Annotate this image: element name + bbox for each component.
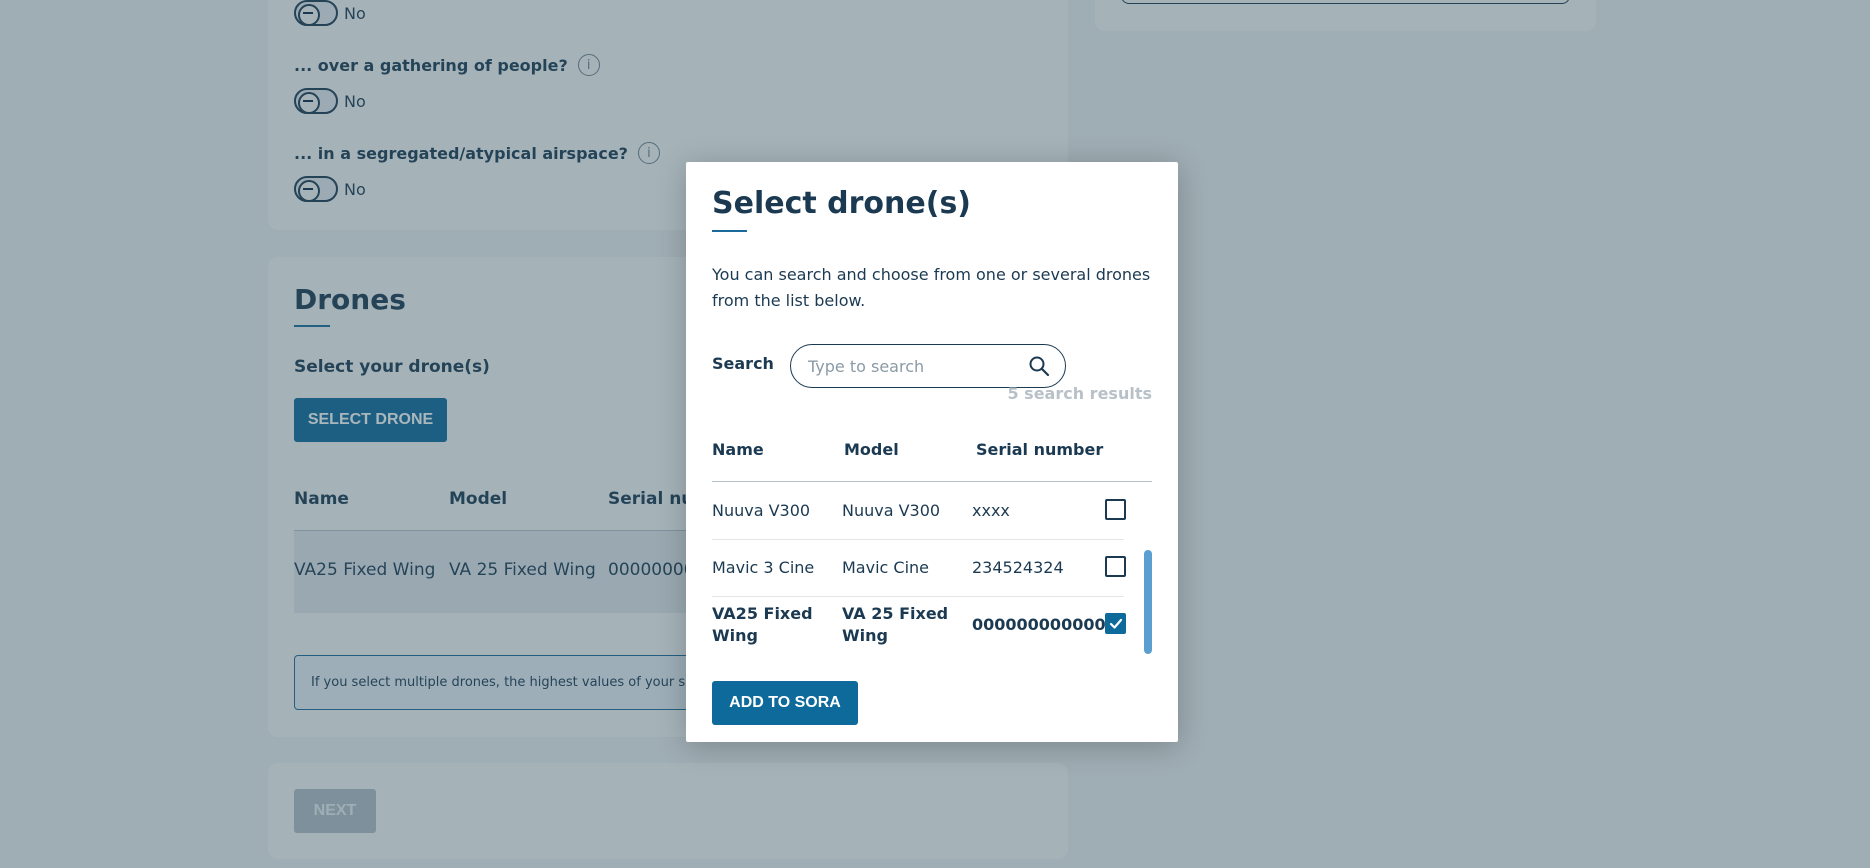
search-label: Search: [712, 354, 774, 373]
drone-model: VA 25 Fixed Wing: [842, 604, 949, 645]
drone-checkbox[interactable]: [1105, 499, 1126, 520]
modal-column-name: Name: [712, 440, 764, 459]
drone-name: Nuuva V300: [712, 501, 811, 520]
table-row[interactable]: Nuuva V300 Nuuva V300 xxxx: [712, 482, 1126, 539]
drone-serial: xxxx: [972, 501, 1010, 520]
table-row[interactable]: VA25 Fixed Wing VA 25 Fixed Wing 0000000…: [712, 596, 1126, 652]
search-box: [790, 344, 1066, 388]
drone-checkbox[interactable]: [1105, 556, 1126, 577]
table-row[interactable]: Mavic 3 Cine Mavic Cine 234524324: [712, 539, 1126, 596]
drone-model: Nuuva V300: [842, 501, 941, 520]
drone-serial: 234524324: [972, 558, 1064, 577]
drone-name: VA25 Fixed Wing: [712, 604, 813, 645]
search-results-count: 5 search results: [1007, 384, 1152, 403]
drone-model: Mavic Cine: [842, 558, 930, 577]
modal-description: You can search and choose from one or se…: [712, 265, 1151, 310]
drone-list: Nuuva V300 Nuuva V300 xxxx Mavic 3 Cine …: [712, 482, 1152, 652]
modal-title-underline: [712, 230, 747, 232]
drone-serial: 000000000000: [972, 615, 1106, 634]
search-input[interactable]: [808, 354, 1008, 378]
add-to-sora-button[interactable]: ADD TO SORA: [712, 681, 858, 725]
modal-title: Select drone(s): [712, 186, 972, 221]
modal-column-serial: Serial number: [976, 440, 1104, 459]
drone-checkbox-checked[interactable]: [1105, 613, 1126, 634]
select-drones-modal: Select drone(s) You can search and choos…: [686, 162, 1178, 742]
list-scrollbar[interactable]: [1144, 550, 1152, 654]
modal-column-model: Model: [844, 440, 899, 459]
checkmark-icon: [1109, 618, 1123, 629]
search-icon[interactable]: [1027, 354, 1051, 378]
drone-name: Mavic 3 Cine: [712, 558, 815, 577]
